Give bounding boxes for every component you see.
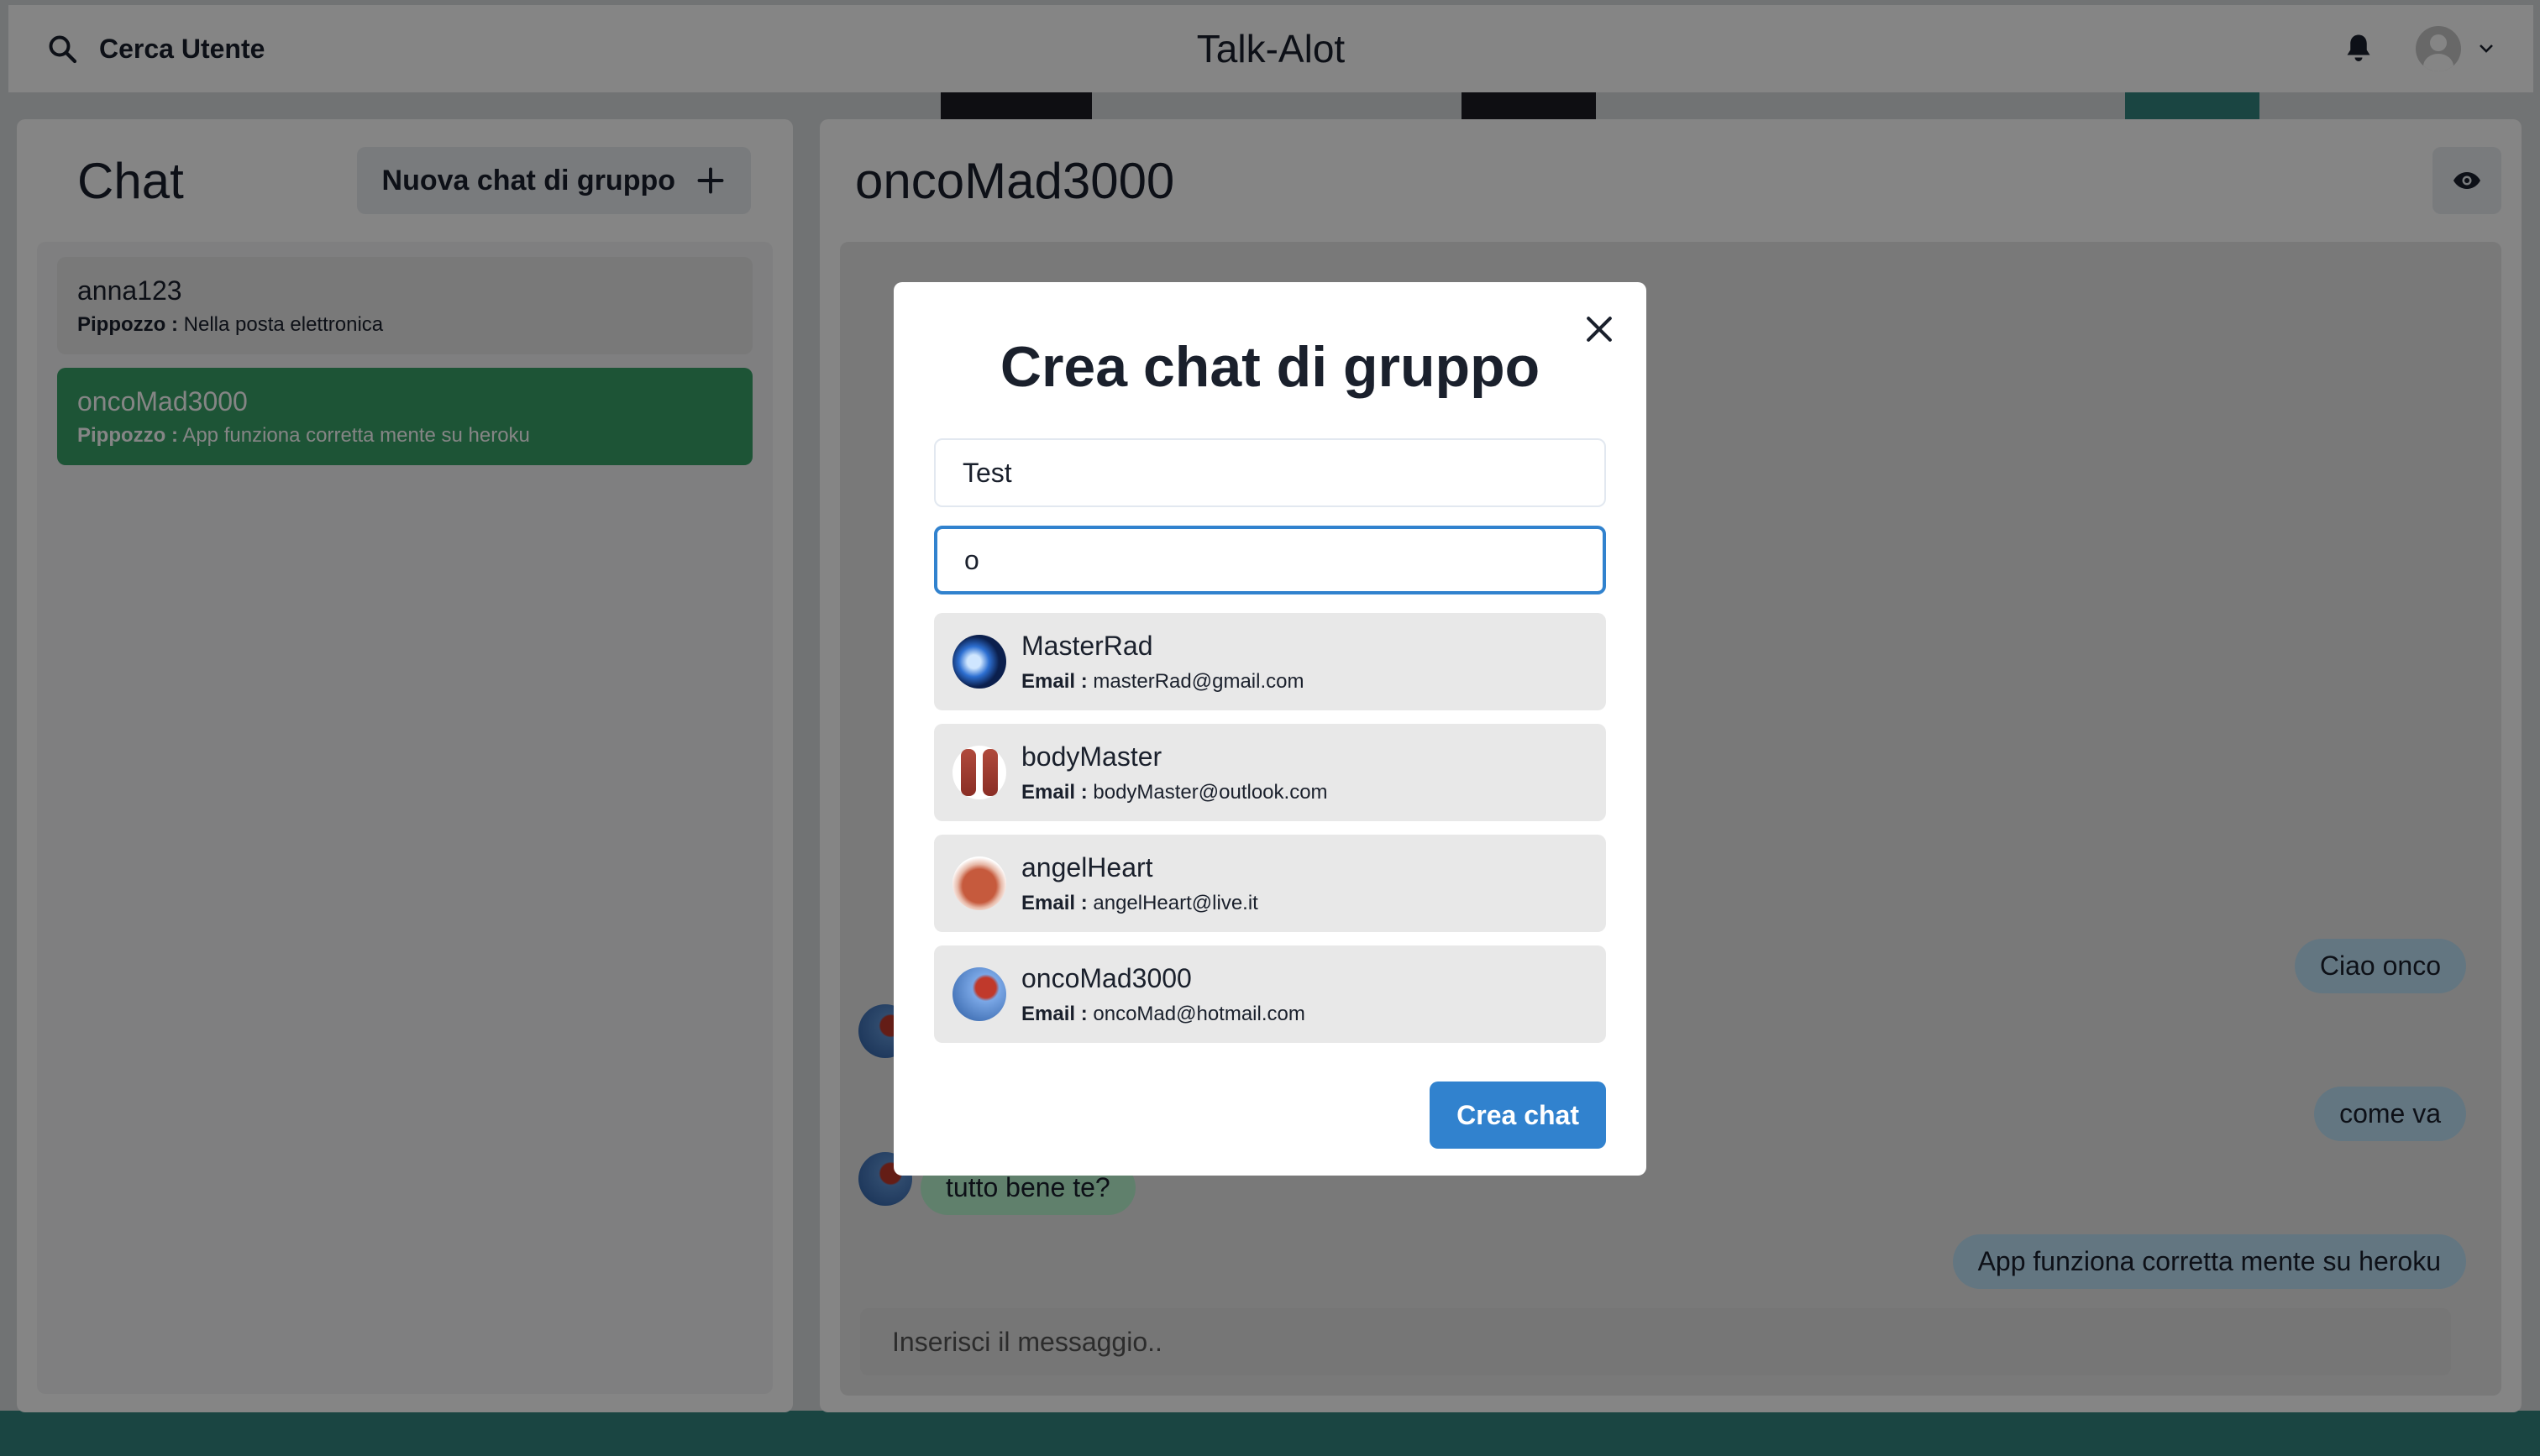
user-email: Email : angelHeart@live.it: [1021, 892, 1258, 915]
email-label: Email :: [1021, 1002, 1088, 1025]
email-label: Email :: [1021, 780, 1088, 804]
user-name: MasterRad: [1021, 630, 1153, 661]
user-name: oncoMad3000: [1021, 962, 1192, 993]
user-email-value: bodyMaster@outlook.com: [1093, 780, 1328, 804]
user-avatar: [953, 967, 1006, 1021]
user-name: angelHeart: [1021, 851, 1153, 883]
user-email-value: angelHeart@live.it: [1093, 891, 1258, 914]
user-result-oncomad3000[interactable]: oncoMad3000 Email : oncoMad@hotmail.com: [934, 945, 1606, 1043]
user-email: Email : masterRad@gmail.com: [1021, 670, 1304, 694]
user-email-value: oncoMad@hotmail.com: [1093, 1002, 1305, 1025]
user-email-value: masterRad@gmail.com: [1093, 669, 1304, 693]
email-label: Email :: [1021, 669, 1088, 693]
user-name: bodyMaster: [1021, 741, 1162, 772]
create-chat-button[interactable]: Crea chat: [1430, 1082, 1606, 1149]
user-email: Email : oncoMad@hotmail.com: [1021, 1003, 1305, 1026]
email-label: Email :: [1021, 891, 1088, 914]
group-name-input[interactable]: Test: [934, 438, 1606, 507]
user-email: Email : bodyMaster@outlook.com: [1021, 781, 1328, 804]
create-group-chat-modal: Crea chat di gruppo Test o MasterRad Ema…: [894, 282, 1646, 1176]
user-avatar: [953, 746, 1006, 799]
modal-title: Crea chat di gruppo: [1000, 335, 1540, 399]
close-icon[interactable]: [1581, 311, 1618, 348]
user-avatar: [953, 856, 1006, 910]
user-avatar: [953, 635, 1006, 689]
user-result-angelheart[interactable]: angelHeart Email : angelHeart@live.it: [934, 835, 1606, 932]
user-result-masterrad[interactable]: MasterRad Email : masterRad@gmail.com: [934, 613, 1606, 710]
user-result-bodymaster[interactable]: bodyMaster Email : bodyMaster@outlook.co…: [934, 724, 1606, 821]
add-users-search-input[interactable]: o: [934, 526, 1606, 594]
